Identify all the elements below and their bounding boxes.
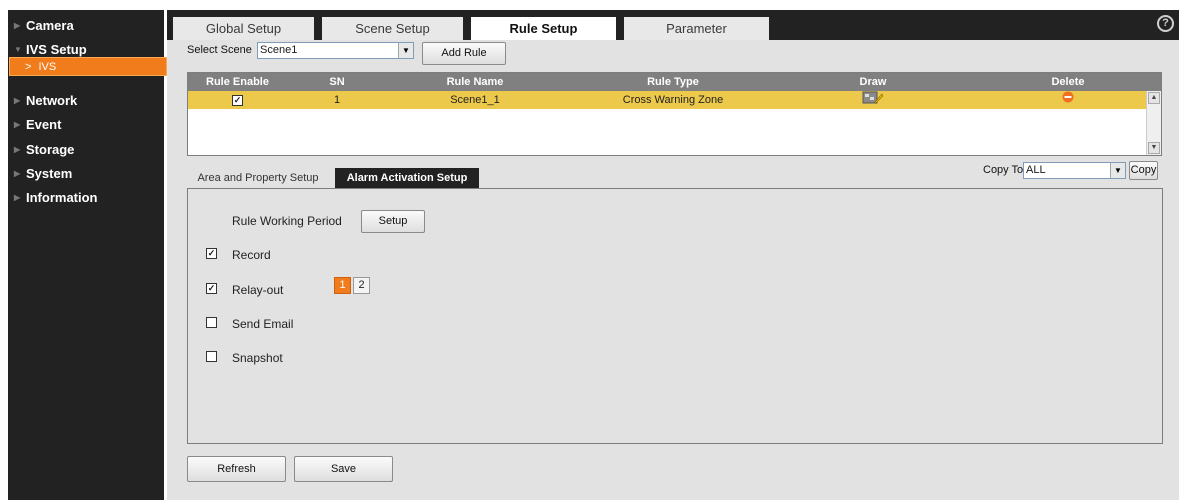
sidebar-item-network[interactable]: ▶ Network — [8, 89, 164, 113]
tab-global-setup[interactable]: Global Setup — [173, 17, 314, 40]
relay-out-checkbox[interactable]: ✓ — [206, 283, 217, 294]
scene-select[interactable]: Scene1 ▼ — [257, 42, 414, 59]
rules-table: Rule Enable SN Rule Name Rule Type Draw … — [187, 72, 1162, 156]
save-button[interactable]: Save — [294, 456, 393, 482]
select-scene-label: Select Scene — [187, 44, 252, 56]
dropdown-arrow-icon: ▼ — [1110, 163, 1125, 178]
sidebar-item-event[interactable]: ▶ Event — [8, 113, 164, 137]
rules-table-header: Rule Enable SN Rule Name Rule Type Draw … — [188, 73, 1161, 91]
table-row[interactable]: ✓ 1 Scene1_1 Cross Warning Zone — [188, 91, 1146, 109]
collapsed-arrow-icon: ▶ — [14, 96, 21, 105]
relay-channel-2-button[interactable]: 2 — [353, 277, 370, 294]
sidebar-item-label: Camera — [26, 18, 74, 33]
record-label: Record — [232, 248, 271, 262]
draw-zone-icon[interactable] — [862, 91, 884, 110]
column-header: Draw — [859, 76, 887, 88]
scroll-down-icon[interactable]: ▼ — [1148, 142, 1160, 154]
record-checkbox[interactable]: ✓ — [206, 248, 217, 259]
column-header: Delete — [1051, 76, 1085, 88]
tab-scene-setup[interactable]: Scene Setup — [322, 17, 463, 40]
sidebar-item-label: Network — [26, 93, 78, 108]
collapsed-arrow-icon: ▶ — [14, 169, 21, 178]
snapshot-label: Snapshot — [232, 351, 283, 365]
sidebar-item-storage[interactable]: ▶ Storage — [8, 138, 164, 162]
tab-rule-setup[interactable]: Rule Setup — [471, 17, 616, 40]
copy-to-select[interactable]: ALL ▼ — [1023, 162, 1126, 179]
sidebar-subitem-ivs[interactable]: > IVS — [9, 57, 167, 76]
sidebar: ▶ Camera ▼ IVS Setup ▶ Network ▶ Event ▶… — [8, 10, 164, 500]
collapsed-arrow-icon: ▶ — [14, 21, 21, 30]
rule-enable-checkbox[interactable]: ✓ — [232, 94, 243, 106]
sn-cell: 1 — [333, 94, 341, 106]
copy-button[interactable]: Copy — [1129, 161, 1158, 180]
setup-button[interactable]: Setup — [361, 210, 425, 233]
sidebar-subitem-label: IVS — [38, 61, 57, 73]
collapsed-arrow-icon: ▶ — [14, 193, 21, 202]
snapshot-checkbox[interactable] — [206, 351, 217, 362]
rules-table-scrollbar[interactable]: ▲ ▼ — [1146, 91, 1161, 155]
alarm-activation-panel: Rule Working Period Setup ✓ Record ✓ Rel… — [187, 188, 1163, 444]
rule-type-cell: Cross Warning Zone — [622, 94, 724, 106]
sidebar-item-label: IVS Setup — [26, 42, 87, 57]
scene-select-value: Scene1 — [260, 44, 298, 56]
add-rule-button[interactable]: Add Rule — [422, 42, 506, 65]
relay-out-label: Relay-out — [232, 283, 284, 297]
rule-name-cell: Scene1_1 — [450, 94, 500, 106]
column-header: SN — [329, 76, 345, 88]
scroll-up-icon[interactable]: ▲ — [1148, 92, 1160, 104]
sidebar-item-label: System — [26, 166, 73, 181]
column-header: Rule Name — [446, 76, 504, 88]
sidebar-item-label: Storage — [26, 142, 75, 157]
sidebar-item-label: Information — [26, 190, 98, 205]
delete-icon[interactable] — [1062, 91, 1074, 109]
refresh-button[interactable]: Refresh — [187, 456, 286, 482]
sidebar-item-system[interactable]: ▶ System — [8, 162, 164, 186]
collapsed-arrow-icon: ▶ — [14, 145, 21, 154]
tab-alarm-activation-setup[interactable]: Alarm Activation Setup — [335, 168, 479, 188]
dropdown-arrow-icon: ▼ — [398, 43, 413, 58]
chevron-right-icon: > — [25, 61, 32, 73]
draw-cell — [828, 91, 918, 110]
collapsed-arrow-icon: ▶ — [14, 120, 21, 129]
column-header: Rule Enable — [206, 76, 269, 88]
main-content: Global Setup Scene Setup Rule Setup Para… — [167, 10, 1179, 500]
delete-cell — [1023, 91, 1113, 109]
sidebar-item-label: Event — [26, 117, 62, 132]
tab-parameter[interactable]: Parameter — [624, 17, 769, 40]
column-header: Rule Type — [647, 76, 699, 88]
copy-to-select-value: ALL — [1026, 164, 1046, 176]
send-email-checkbox[interactable] — [206, 317, 217, 328]
rule-working-period-label: Rule Working Period — [232, 214, 342, 228]
sidebar-item-camera[interactable]: ▶ Camera — [8, 14, 164, 38]
send-email-label: Send Email — [232, 317, 294, 331]
help-icon[interactable]: ? — [1157, 15, 1174, 32]
tab-bar: Global Setup Scene Setup Rule Setup Para… — [167, 10, 1179, 40]
copy-to-label: Copy To — [983, 164, 1024, 176]
rule-enable-cell: ✓ — [188, 91, 287, 109]
tab-area-property-setup[interactable]: Area and Property Setup — [193, 168, 323, 188]
relay-channel-1-button[interactable]: 1 — [334, 277, 351, 294]
sidebar-item-information[interactable]: ▶ Information — [8, 186, 164, 210]
